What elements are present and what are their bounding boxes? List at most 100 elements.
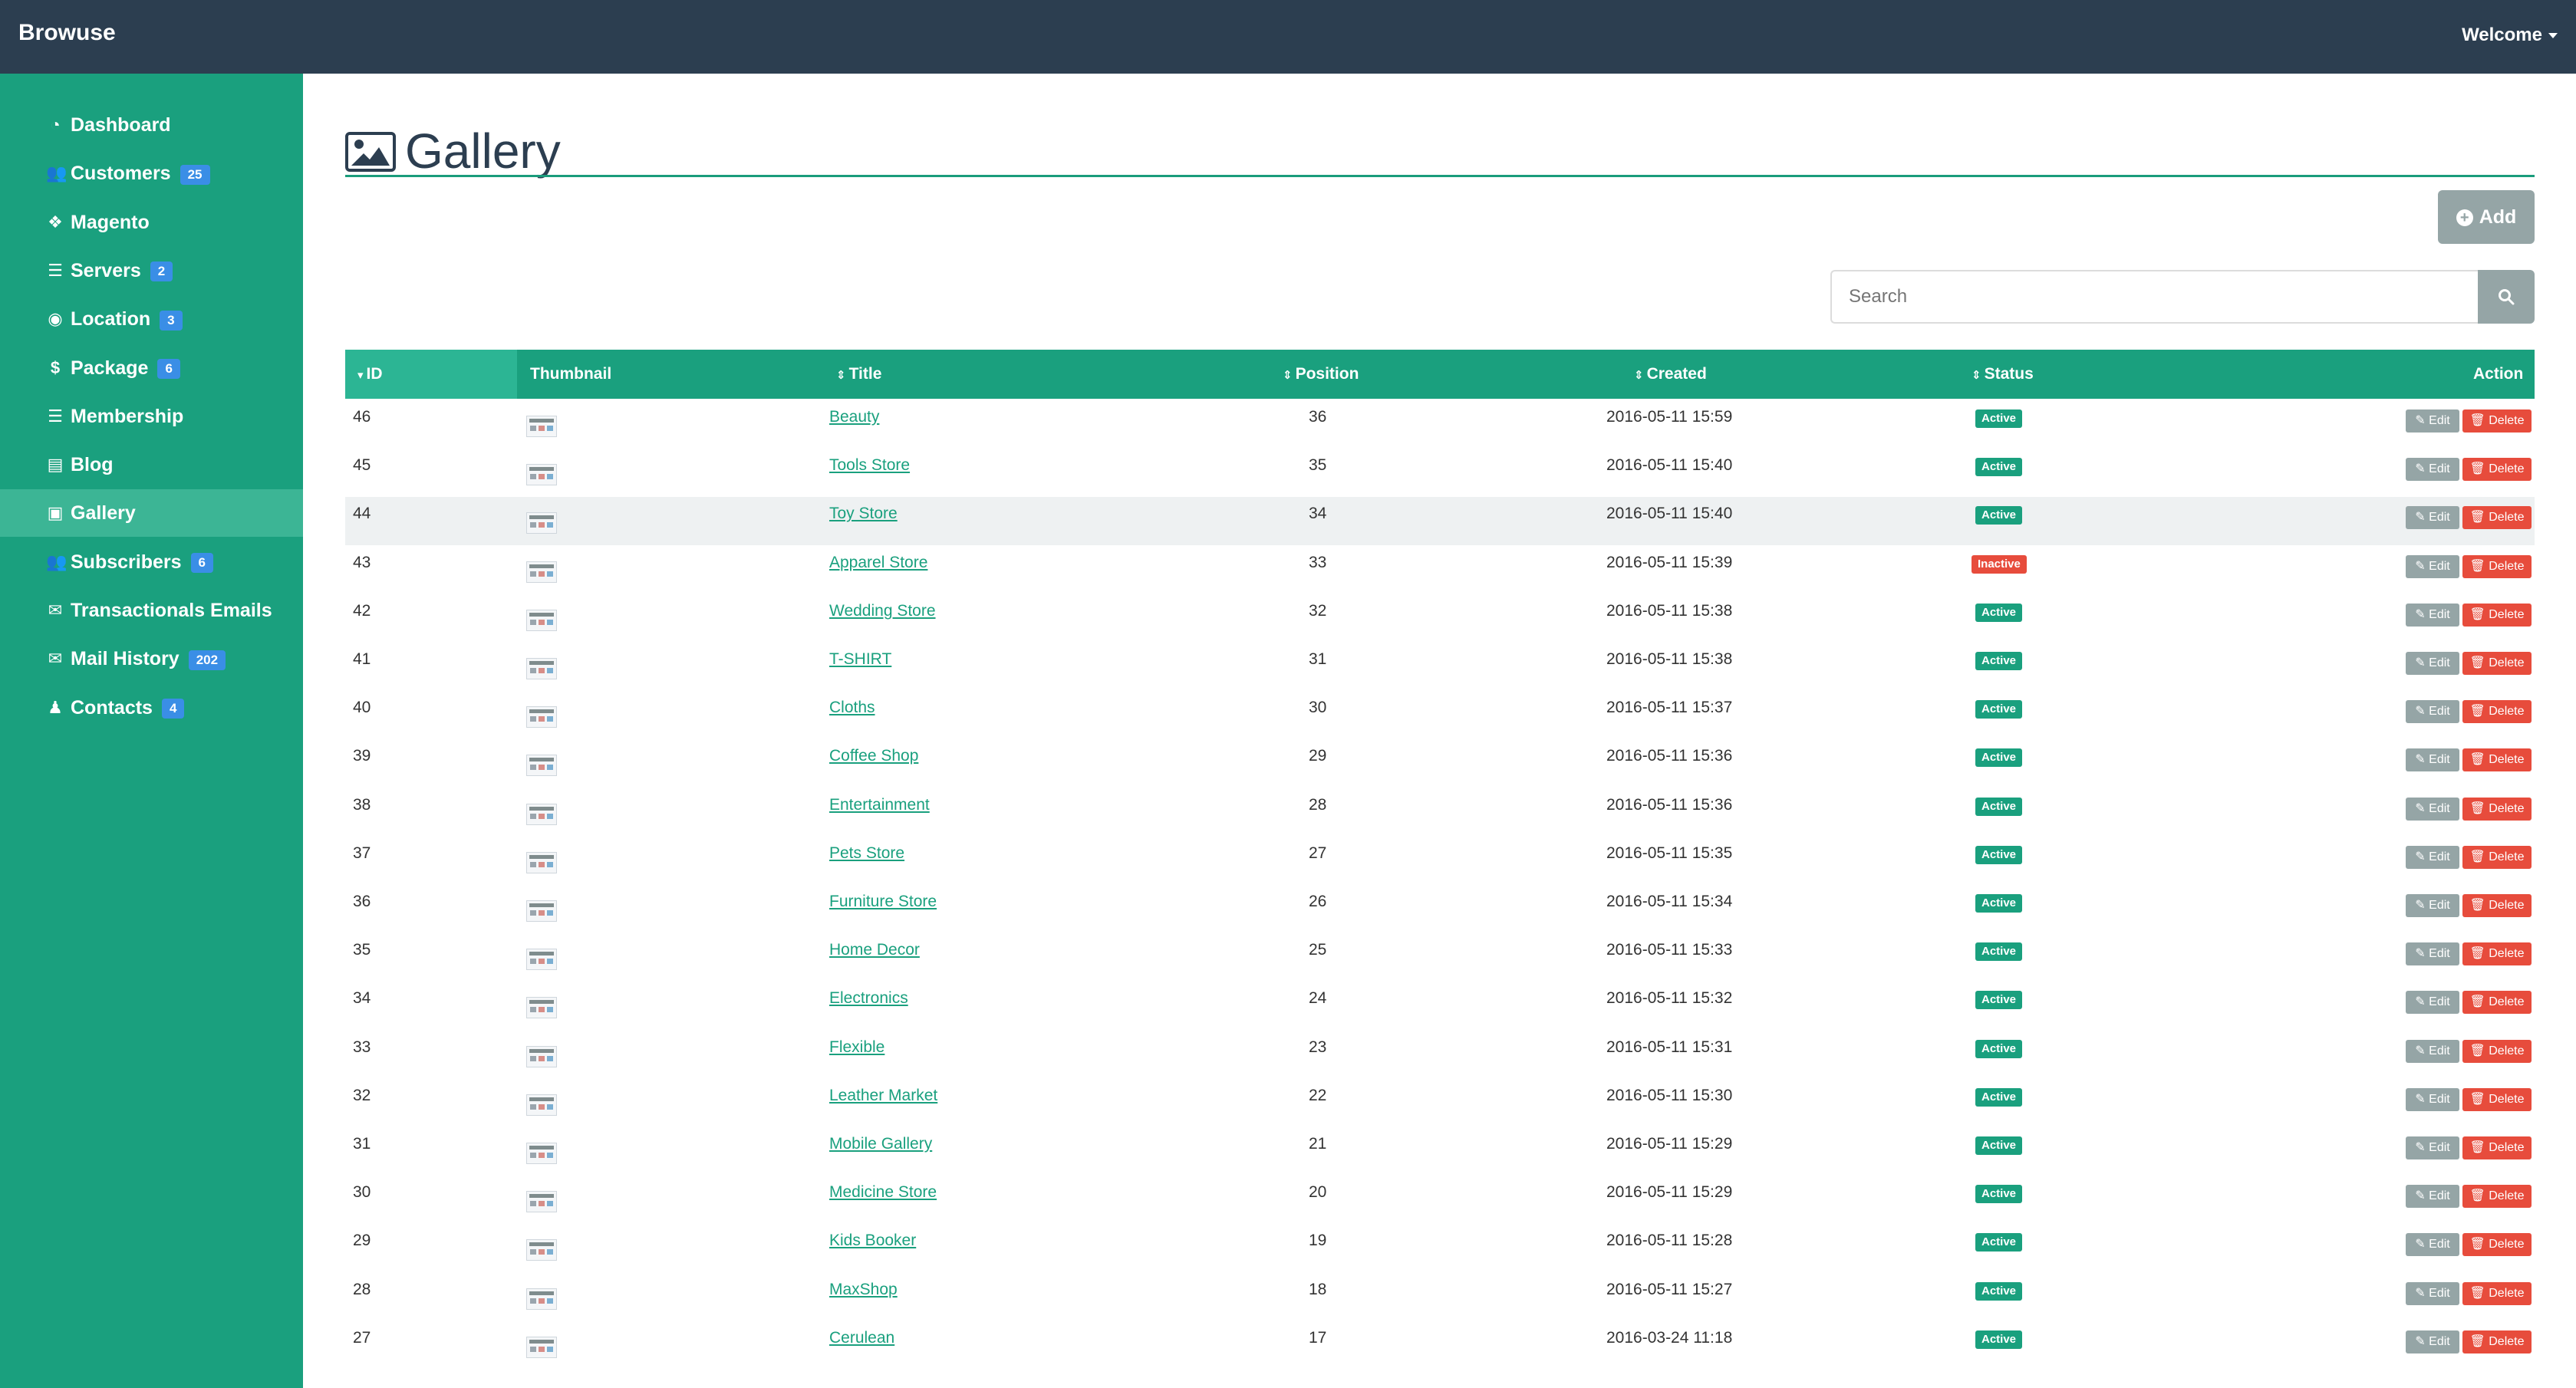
thumbnail-image[interactable] — [526, 416, 557, 437]
sidebar-item-membership[interactable]: ☰ Membership — [0, 393, 303, 440]
sidebar-item-transactionals-emails[interactable]: ✉ Transactionals Emails — [0, 587, 303, 634]
edit-button[interactable]: ✎ Edit — [2406, 554, 2459, 578]
edit-button[interactable]: ✎ Edit — [2406, 991, 2459, 1015]
thumbnail-image[interactable] — [526, 997, 557, 1019]
delete-button[interactable]: 🗑 Delete — [2462, 748, 2532, 772]
edit-button[interactable]: ✎ Edit — [2406, 942, 2459, 966]
delete-button[interactable]: 🗑 Delete — [2462, 700, 2532, 724]
thumbnail-image[interactable] — [526, 658, 557, 679]
sidebar-item-location[interactable]: ◉ Location 3 — [0, 295, 303, 343]
brand-logo[interactable]: Browuse — [18, 20, 116, 46]
title-link[interactable]: Cerulean — [829, 1321, 894, 1355]
delete-button[interactable]: 🗑 Delete — [2462, 1087, 2532, 1111]
edit-button[interactable]: ✎ Edit — [2406, 1039, 2459, 1063]
thumbnail-image[interactable] — [526, 1191, 557, 1213]
thumbnail-image[interactable] — [526, 706, 557, 729]
delete-button[interactable]: 🗑 Delete — [2462, 1039, 2532, 1063]
thumbnail-image[interactable] — [526, 1143, 557, 1164]
thumbnail-image[interactable] — [526, 464, 557, 486]
delete-button[interactable]: 🗑 Delete — [2462, 506, 2532, 530]
title-link[interactable]: Home Decor — [829, 933, 920, 967]
thumbnail-image[interactable] — [526, 561, 557, 583]
edit-button[interactable]: ✎ Edit — [2406, 1233, 2459, 1257]
delete-button[interactable]: 🗑 Delete — [2462, 409, 2532, 433]
delete-button[interactable]: 🗑 Delete — [2462, 991, 2532, 1015]
column-header-id[interactable]: ▾ ID — [357, 350, 383, 400]
sidebar-item-subscribers[interactable]: 👥 Subscribers 6 — [0, 538, 303, 586]
edit-button[interactable]: ✎ Edit — [2406, 409, 2459, 433]
title-link[interactable]: Apparel Store — [829, 546, 927, 580]
thumbnail-image[interactable] — [526, 512, 557, 534]
title-link[interactable]: Entertainment — [829, 788, 930, 822]
title-link[interactable]: Electronics — [829, 982, 908, 1015]
thumbnail-image[interactable] — [526, 755, 557, 777]
title-link[interactable]: Mobile Gallery — [829, 1127, 932, 1161]
edit-button[interactable]: ✎ Edit — [2406, 1281, 2459, 1305]
title-link[interactable]: Furniture Store — [829, 885, 937, 919]
edit-button[interactable]: ✎ Edit — [2406, 1185, 2459, 1209]
delete-button[interactable]: 🗑 Delete — [2462, 1233, 2532, 1257]
thumbnail-image[interactable] — [526, 1288, 557, 1310]
edit-button[interactable]: ✎ Edit — [2406, 1136, 2459, 1159]
title-link[interactable]: Flexible — [829, 1031, 884, 1064]
edit-button[interactable]: ✎ Edit — [2406, 1087, 2459, 1111]
delete-button[interactable]: 🗑 Delete — [2462, 603, 2532, 627]
sidebar-item-customers[interactable]: 👥 Customers 25 — [0, 150, 303, 197]
sidebar-item-magento[interactable]: ❖ Magento — [0, 199, 303, 246]
thumbnail-image[interactable] — [526, 803, 557, 825]
edit-button[interactable]: ✎ Edit — [2406, 458, 2459, 482]
sidebar-item-dashboard[interactable]: ◔ Dashboard — [0, 101, 303, 149]
add-button[interactable]: + Add — [2438, 190, 2535, 244]
column-header-created[interactable]: ⇕ Created — [1634, 350, 1707, 400]
title-link[interactable]: T-SHIRT — [829, 643, 891, 676]
delete-button[interactable]: 🗑 Delete — [2462, 942, 2532, 966]
delete-button[interactable]: 🗑 Delete — [2462, 845, 2532, 869]
title-link[interactable]: Medicine Store — [829, 1176, 937, 1209]
delete-button[interactable]: 🗑 Delete — [2462, 1185, 2532, 1209]
delete-button[interactable]: 🗑 Delete — [2462, 1136, 2532, 1159]
delete-button[interactable]: 🗑 Delete — [2462, 1281, 2532, 1305]
title-link[interactable]: Toy Store — [829, 497, 898, 531]
edit-button[interactable]: ✎ Edit — [2406, 652, 2459, 675]
delete-button[interactable]: 🗑 Delete — [2462, 554, 2532, 578]
title-link[interactable]: Coffee Shop — [829, 739, 918, 773]
user-menu[interactable]: Welcome — [2462, 25, 2558, 46]
search-input[interactable] — [1830, 270, 2479, 324]
edit-button[interactable]: ✎ Edit — [2406, 894, 2459, 917]
delete-button[interactable]: 🗑 Delete — [2462, 797, 2532, 821]
sidebar-item-blog[interactable]: ▤ Blog — [0, 441, 303, 488]
sidebar-item-package[interactable]: $ Package 6 — [0, 344, 303, 392]
thumbnail-image[interactable] — [526, 1239, 557, 1261]
thumbnail-image[interactable] — [526, 851, 557, 873]
sidebar-item-gallery[interactable]: ▣ Gallery — [0, 489, 303, 538]
title-link[interactable]: Pets Store — [829, 837, 904, 870]
thumbnail-image[interactable] — [526, 609, 557, 631]
sidebar-item-contacts[interactable]: ♟ Contacts 4 — [0, 684, 303, 732]
edit-button[interactable]: ✎ Edit — [2406, 506, 2459, 530]
delete-button[interactable]: 🗑 Delete — [2462, 1330, 2532, 1353]
title-link[interactable]: Kids Booker — [829, 1224, 916, 1258]
edit-button[interactable]: ✎ Edit — [2406, 797, 2459, 821]
column-header-position[interactable]: ⇕ Position — [1283, 350, 1359, 400]
delete-button[interactable]: 🗑 Delete — [2462, 894, 2532, 917]
delete-button[interactable]: 🗑 Delete — [2462, 652, 2532, 675]
title-link[interactable]: Leather Market — [829, 1079, 937, 1113]
title-link[interactable]: Cloths — [829, 691, 875, 725]
edit-button[interactable]: ✎ Edit — [2406, 700, 2459, 724]
edit-button[interactable]: ✎ Edit — [2406, 1330, 2459, 1353]
edit-button[interactable]: ✎ Edit — [2406, 748, 2459, 772]
thumbnail-image[interactable] — [526, 1094, 557, 1116]
thumbnail-image[interactable] — [526, 1045, 557, 1067]
column-header-status[interactable]: ⇕ Status — [1972, 350, 2034, 400]
edit-button[interactable]: ✎ Edit — [2406, 845, 2459, 869]
thumbnail-image[interactable] — [526, 949, 557, 971]
delete-button[interactable]: 🗑 Delete — [2462, 458, 2532, 482]
sidebar-item-mail-history[interactable]: ✉ Mail History 202 — [0, 635, 303, 682]
thumbnail-image[interactable] — [526, 900, 557, 922]
sidebar-item-servers[interactable]: ☰ Servers 2 — [0, 247, 303, 294]
column-header-title[interactable]: ⇕ Title — [836, 350, 881, 400]
thumbnail-image[interactable] — [526, 1336, 557, 1358]
edit-button[interactable]: ✎ Edit — [2406, 603, 2459, 627]
title-link[interactable]: Wedding Store — [829, 594, 936, 628]
title-link[interactable]: Tools Store — [829, 449, 910, 482]
